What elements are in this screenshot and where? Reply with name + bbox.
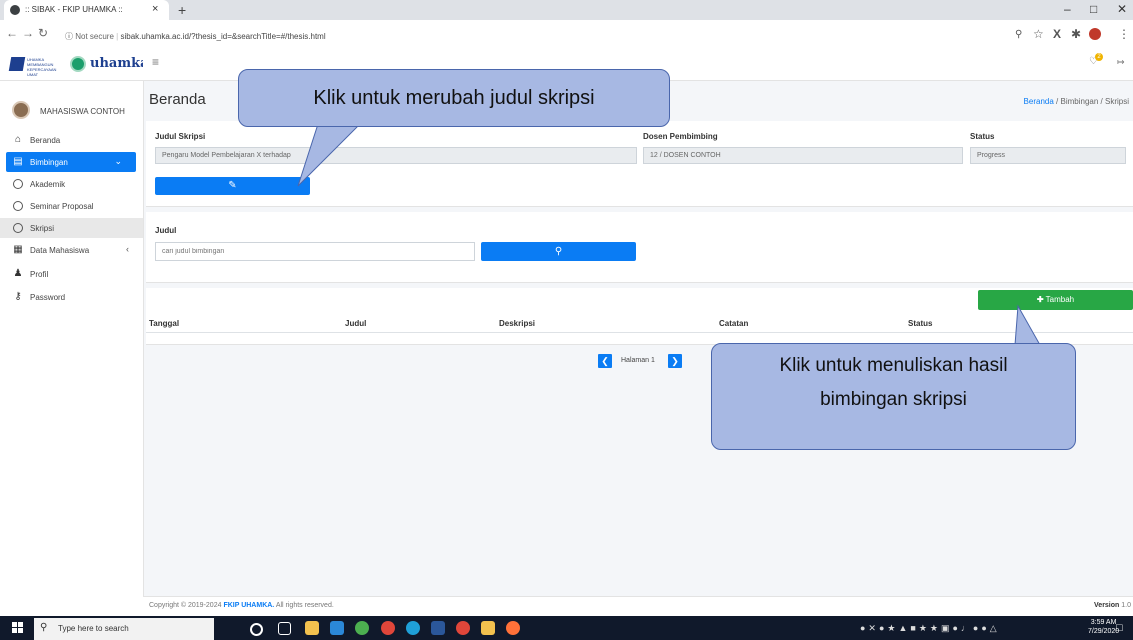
taskbar-search-icon: ⚲ <box>40 622 48 633</box>
app-icon[interactable] <box>355 621 369 635</box>
add-bimbingan-callout: Klik untuk menuliskan hasil bimbingan sk… <box>711 343 1076 450</box>
paint-icon[interactable] <box>481 621 495 635</box>
notifications-icon[interactable]: □ <box>1116 622 1123 634</box>
mail-icon[interactable] <box>330 621 344 635</box>
clock-time: 3:59 AM <box>1090 619 1117 626</box>
edit-title-callout-text: Klik untuk merubah judul skripsi <box>313 87 595 109</box>
add-callout-line-2: bimbingan skripsi <box>820 389 967 410</box>
add-callout-pointer <box>1014 304 1041 346</box>
word-icon[interactable] <box>431 621 445 635</box>
taskbar-clock[interactable]: 3:59 AM 7/29/2020 <box>1088 618 1119 636</box>
task-view-icon[interactable] <box>278 622 291 635</box>
edit-callout-pointer <box>297 123 362 187</box>
system-tray-icons[interactable]: ●✕●★▲■★★▣●♩●●△ <box>860 623 1000 634</box>
add-callout-line-1: Klik untuk menuliskan hasil <box>779 355 1008 376</box>
chrome-icon[interactable] <box>381 621 395 635</box>
edge-icon[interactable] <box>406 621 420 635</box>
windows-start-icon[interactable] <box>12 622 24 634</box>
edit-title-callout: Klik untuk merubah judul skripsi <box>238 69 670 127</box>
clock-date: 7/29/2020 <box>1088 628 1120 635</box>
chrome-active-icon[interactable] <box>456 621 470 635</box>
file-explorer-icon[interactable] <box>305 621 319 635</box>
firefox-icon[interactable] <box>506 621 520 635</box>
taskbar-search-placeholder: Type here to search <box>58 624 129 633</box>
cortana-icon[interactable] <box>250 623 263 636</box>
